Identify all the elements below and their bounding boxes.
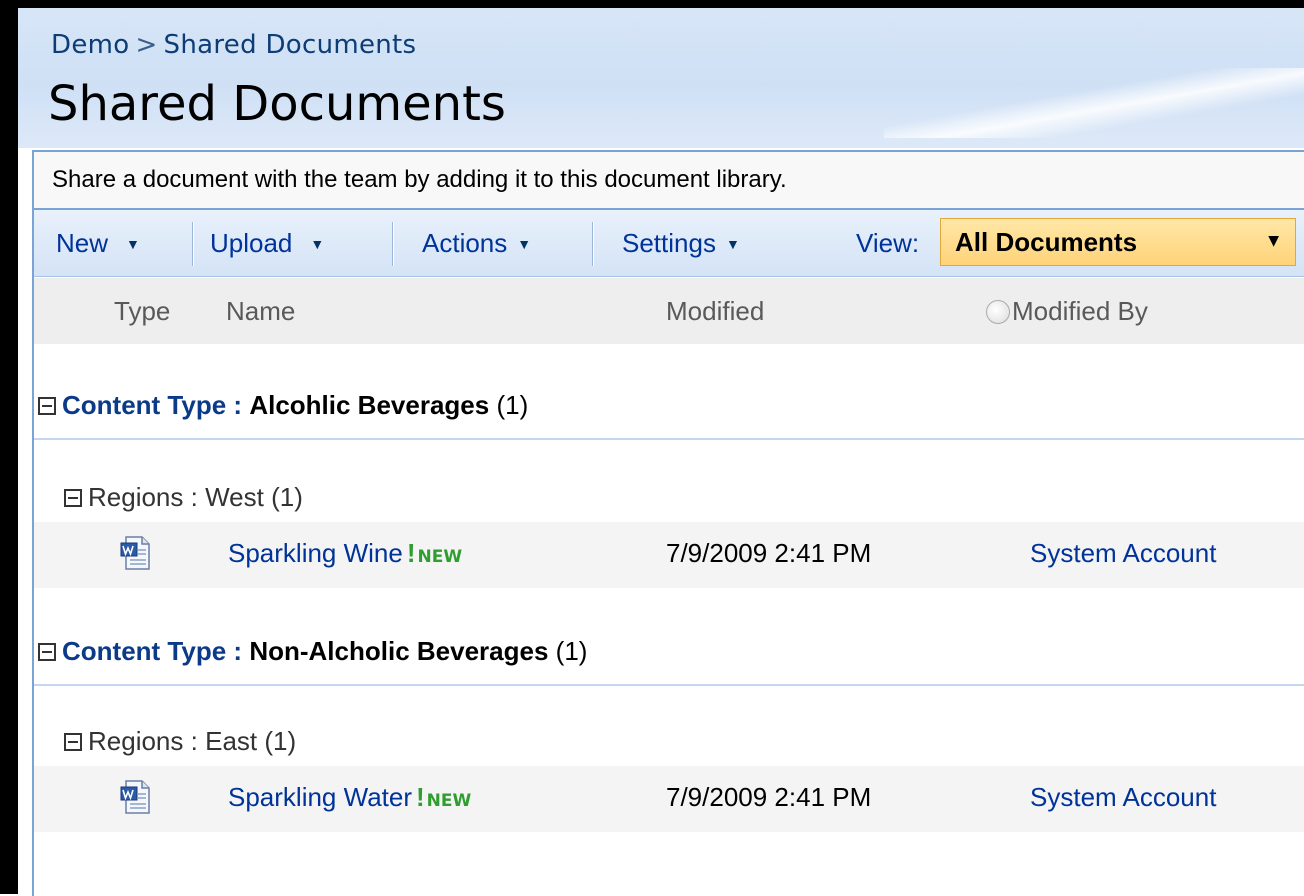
document-modified: 7/9/2009 2:41 PM: [666, 538, 872, 568]
document-name: Sparkling Water: [228, 782, 412, 812]
group-separator: :: [233, 390, 243, 420]
new-menu-button[interactable]: New ▼: [56, 228, 140, 259]
subgroup-header-text: Regions : East (1): [64, 726, 296, 757]
group-field-label: Content Type: [62, 390, 227, 420]
new-menu-label: New: [56, 228, 109, 258]
subgroup-separator: :: [190, 726, 198, 756]
dropdown-arrow-icon: ▼: [126, 236, 140, 252]
window-frame-left: [0, 0, 18, 894]
subgroup-value: West: [205, 482, 264, 512]
word-document-icon[interactable]: [120, 780, 150, 814]
library-description: Share a document with the team by adding…: [52, 166, 787, 193]
dropdown-arrow-icon: ▼: [517, 236, 532, 252]
page-header: Demo > Shared Documents Shared Documents: [18, 8, 1304, 148]
subgroup-count: (1): [264, 726, 297, 756]
view-selector-dropdown[interactable]: All Documents ▼: [940, 218, 1296, 266]
column-header-name[interactable]: Name: [226, 296, 295, 327]
document-modified-by-link[interactable]: System Account: [1030, 538, 1216, 569]
column-header-modified-by[interactable]: Modified By: [986, 296, 1148, 327]
subgroup-value: East: [205, 726, 258, 756]
group-header-text: Content Type : Alcohlic Beverages (1): [38, 390, 528, 421]
collapse-toggle-icon[interactable]: [64, 489, 82, 507]
document-name-link[interactable]: Sparkling Water! NEW: [228, 782, 471, 813]
settings-menu-label: Settings: [622, 228, 716, 258]
subgroup-header-regions[interactable]: Regions : East (1): [34, 720, 1304, 764]
collapse-toggle-icon[interactable]: [38, 643, 56, 661]
subgroup-field-label: Regions: [88, 482, 184, 512]
column-header-modified-by-label: Modified By: [1012, 296, 1148, 326]
collapse-toggle-icon[interactable]: [38, 397, 56, 415]
subgroup-header-text: Regions : West (1): [64, 482, 303, 513]
page-title: Shared Documents: [48, 76, 506, 132]
new-badge: NEW: [417, 547, 463, 567]
subgroup-count: (1): [271, 482, 303, 512]
group-count: (1): [555, 636, 588, 666]
dropdown-arrow-icon: ▼: [310, 236, 325, 252]
new-exclamation-icon: !: [416, 782, 425, 812]
dropdown-arrow-icon: ▼: [1268, 233, 1279, 249]
group-value: Alcohlic Beverages: [249, 390, 490, 420]
group-field-label: Content Type: [62, 636, 227, 666]
list-item[interactable]: Sparkling Wine! NEW 7/9/2009 2:41 PM Syst…: [34, 522, 1304, 588]
word-document-icon[interactable]: [120, 536, 150, 570]
group-header-content-type[interactable]: Content Type : Non-Alcholic Beverages (1…: [34, 620, 1304, 686]
actions-menu-button[interactable]: Actions ▼: [422, 228, 531, 259]
document-name: Sparkling Wine: [228, 538, 403, 568]
subgroup-header-regions[interactable]: Regions : West (1): [34, 476, 1304, 520]
toolbar-divider: [392, 222, 393, 266]
document-modified: 7/9/2009 2:41 PM: [666, 782, 872, 812]
window-frame-top: [0, 0, 1304, 8]
breadcrumb-current[interactable]: Shared Documents: [164, 30, 417, 60]
group-header-content-type[interactable]: Content Type : Alcohlic Beverages (1): [34, 374, 1304, 440]
document-modified-by-link[interactable]: System Account: [1030, 782, 1216, 813]
header-swoosh-decoration: [884, 68, 1304, 138]
subgroup-separator: :: [190, 482, 198, 512]
breadcrumb-separator: >: [135, 30, 158, 60]
toolbar-divider: [192, 222, 193, 266]
list-toolbar: New ▼ Upload ▼ Actions ▼ Settings ▼ View: Al…: [34, 210, 1304, 277]
toolbar-divider: [592, 222, 593, 266]
description-bar: Share a document with the team by adding…: [34, 152, 1304, 210]
group-separator: :: [233, 636, 243, 666]
group-value: Non-Alcholic Beverages: [249, 636, 549, 666]
view-label: View:: [856, 228, 920, 258]
view-selected-value: All Documents: [955, 227, 1138, 257]
actions-menu-label: Actions: [422, 228, 508, 258]
new-badge: NEW: [426, 791, 472, 811]
upload-menu-button[interactable]: Upload ▼: [210, 228, 324, 259]
settings-menu-button[interactable]: Settings ▼: [622, 228, 740, 259]
group-header-text: Content Type : Non-Alcholic Beverages (1…: [38, 636, 587, 667]
collapse-toggle-icon[interactable]: [64, 733, 82, 751]
breadcrumb: Demo > Shared Documents: [51, 30, 416, 60]
upload-menu-label: Upload: [210, 228, 293, 258]
column-header-type[interactable]: Type: [114, 296, 170, 327]
new-exclamation-icon: !: [406, 538, 416, 568]
subgroup-field-label: Regions: [88, 726, 184, 756]
dropdown-arrow-icon: ▼: [725, 236, 740, 252]
breadcrumb-site-link[interactable]: Demo: [51, 30, 129, 60]
list-item[interactable]: Sparkling Water! NEW 7/9/2009 2:41 PM Sys…: [34, 766, 1304, 832]
column-header-row: Type Name Modified Modified By: [34, 278, 1304, 344]
column-header-modified[interactable]: Modified: [666, 296, 764, 327]
document-name-link[interactable]: Sparkling Wine! NEW: [228, 538, 462, 569]
group-count: (1): [496, 390, 529, 420]
presence-radio-icon: [986, 300, 1010, 324]
